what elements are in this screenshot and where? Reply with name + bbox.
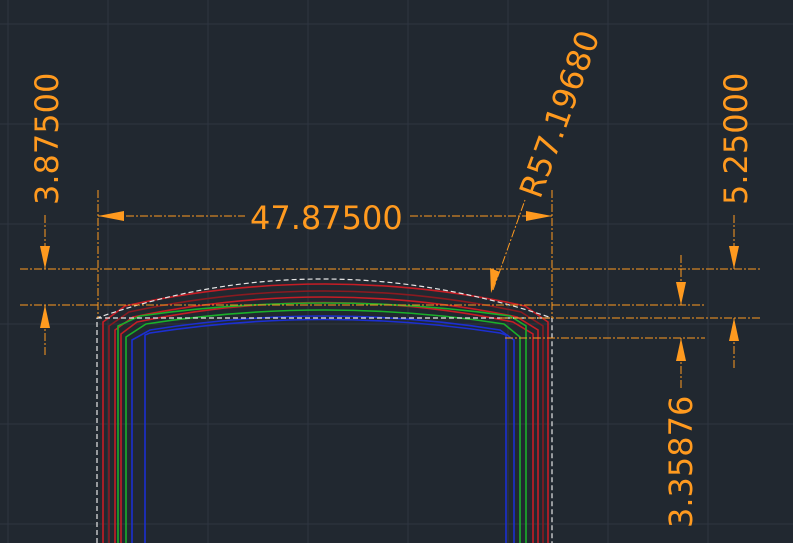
dimension-texts[interactable]: 47.87500 R57.19680 3.87500 5.25000 3.358… [28,25,755,528]
arch-profiles[interactable] [102,283,549,543]
radius-dimension-label[interactable]: R57.19680 [512,25,608,202]
arrow-left-bottom [40,305,50,328]
width-dimension-label[interactable]: 47.87500 [250,199,403,237]
profile-red-3 [120,301,534,543]
arrow-right-inner-bottom [676,338,686,361]
arrow-right-bottom [729,318,739,341]
left-height-dimension-label[interactable]: 3.87500 [28,73,66,205]
arrow-width-left [98,211,124,221]
profile-green-2 [125,309,521,543]
cad-canvas[interactable]: 47.87500 R57.19680 3.87500 5.25000 3.358… [0,0,793,543]
arrow-right-top [729,246,739,269]
profile-green-1 [117,302,527,543]
arrow-left-top [40,246,50,269]
profile-red-2 [114,296,539,543]
dashed-outline[interactable] [96,278,553,543]
arrow-width-right [526,211,552,221]
arrow-right-inner-top [676,282,686,305]
profile-outer-red [102,283,549,543]
arrow-radius [490,268,500,293]
profile-blue-2 [144,318,507,543]
right-lower-dimension-label[interactable]: 3.35876 [662,396,700,528]
right-height-dimension-label[interactable]: 5.25000 [717,73,755,205]
profile-blue-1 [131,315,515,543]
drawing-viewport[interactable]: 47.87500 R57.19680 3.87500 5.25000 3.358… [0,0,793,543]
